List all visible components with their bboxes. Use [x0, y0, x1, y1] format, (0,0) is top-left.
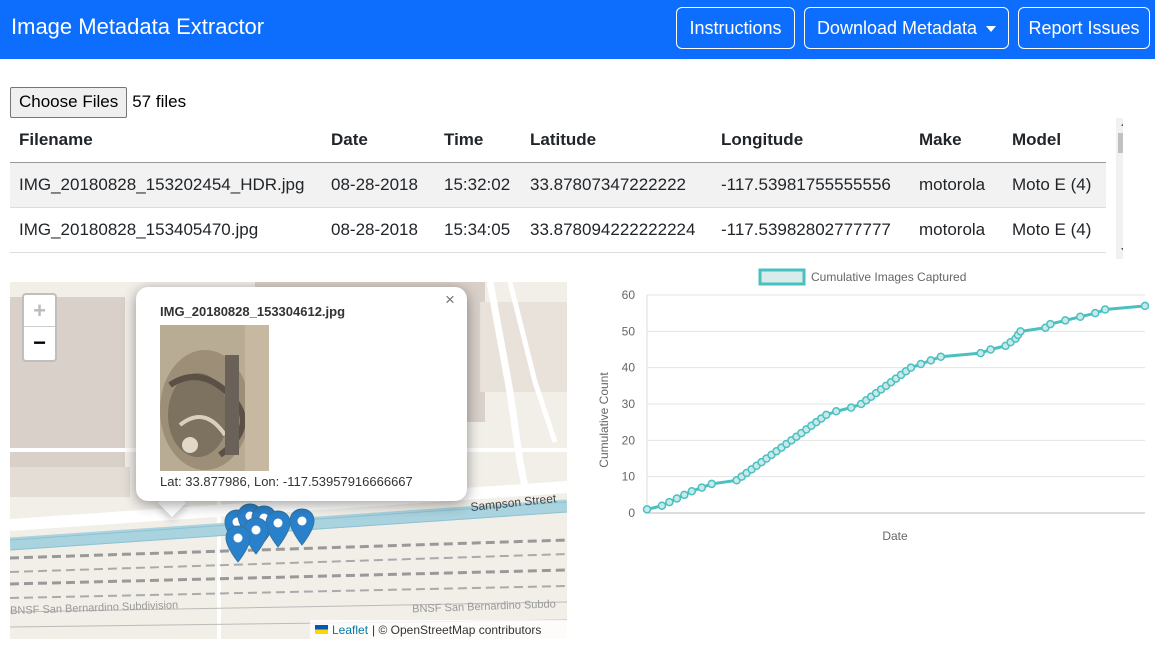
- header-model[interactable]: Model: [1003, 118, 1106, 163]
- y-tick-label: 0: [628, 506, 635, 520]
- data-point[interactable]: [1046, 319, 1055, 329]
- data-point[interactable]: [1100, 305, 1110, 314]
- navbar: Image Metadata Extractor Instructions Do…: [0, 0, 1155, 59]
- ukraine-flag-icon: [315, 625, 328, 634]
- marker-popup: × IMG_20180828_153304612.jpg Lat: 33.877…: [136, 287, 467, 501]
- data-point[interactable]: [665, 497, 674, 507]
- data-point[interactable]: [1090, 308, 1100, 318]
- y-tick-label: 60: [622, 288, 636, 302]
- file-count: 57 files: [132, 92, 187, 111]
- data-point[interactable]: [986, 345, 995, 354]
- metadata-table: Filename Date Time Latitude Longitude Ma…: [10, 118, 1106, 253]
- cell-filename: IMG_20180828_153202454_HDR.jpg: [10, 162, 322, 208]
- cell-latitude: 33.878094222222224: [521, 207, 712, 253]
- data-point[interactable]: [1016, 327, 1025, 336]
- popup-close-button[interactable]: ×: [445, 290, 455, 310]
- caret-down-icon: [986, 26, 997, 32]
- cell-time: 15:34:05: [435, 207, 521, 253]
- cell-model: Moto E (4): [1003, 207, 1106, 253]
- file-input-row: Choose Files 57 files: [10, 86, 186, 118]
- cell-time: 15:32:02: [435, 162, 521, 208]
- y-tick-label: 50: [622, 324, 636, 338]
- data-point[interactable]: [642, 505, 652, 514]
- data-point[interactable]: [1140, 301, 1150, 311]
- data-point[interactable]: [916, 359, 926, 369]
- popup-coordinates: Lat: 33.877986, Lon: -117.53957916666667: [160, 474, 413, 489]
- x-axis-label: Date: [882, 529, 908, 543]
- data-point[interactable]: [906, 363, 916, 372]
- download-metadata-button[interactable]: Download Metadata: [804, 7, 1009, 49]
- zoom-in-button[interactable]: +: [24, 295, 55, 327]
- cell-latitude: 33.87807347222222: [521, 162, 712, 208]
- data-point[interactable]: [846, 403, 856, 412]
- header-time[interactable]: Time: [435, 118, 521, 163]
- data-point[interactable]: [926, 356, 936, 365]
- table-row[interactable]: IMG_20180828_153405470.jpg 08-28-2018 15…: [10, 207, 1106, 253]
- leaflet-link[interactable]: Leaflet: [332, 623, 368, 637]
- scroll-up-arrow-icon[interactable]: [1121, 121, 1123, 126]
- popup-filename: IMG_20180828_153304612.jpg: [160, 304, 346, 319]
- y-tick-label: 30: [622, 397, 636, 411]
- photo-thumbnail-image: [160, 325, 269, 471]
- data-point[interactable]: [936, 352, 946, 362]
- table-row[interactable]: IMG_20180828_153202454_HDR.jpg 08-28-201…: [10, 162, 1106, 208]
- scroll-down-arrow-icon[interactable]: [1121, 248, 1123, 253]
- data-point[interactable]: [822, 410, 831, 420]
- zoom-out-button[interactable]: −: [24, 327, 55, 359]
- table-scrollbar[interactable]: [1116, 118, 1123, 259]
- data-point[interactable]: [707, 479, 716, 489]
- popup-photo-thumbnail[interactable]: [160, 325, 269, 471]
- cell-longitude: -117.53982802777777: [712, 207, 910, 253]
- y-axis-label: Cumulative Count: [597, 372, 611, 468]
- header-latitude[interactable]: Latitude: [521, 118, 712, 163]
- cell-date: 08-28-2018: [322, 162, 435, 208]
- data-point[interactable]: [831, 407, 841, 416]
- cell-date: 08-28-2018: [322, 207, 435, 253]
- table-header-row: Filename Date Time Latitude Longitude Ma…: [10, 118, 1106, 163]
- cell-make: motorola: [910, 162, 1003, 208]
- y-tick-label: 20: [622, 433, 636, 447]
- metadata-table-container[interactable]: Filename Date Time Latitude Longitude Ma…: [10, 118, 1123, 259]
- header-make[interactable]: Make: [910, 118, 1003, 163]
- data-point[interactable]: [657, 501, 667, 510]
- choose-files-button[interactable]: Choose Files: [10, 86, 128, 118]
- y-tick-label: 40: [622, 361, 636, 375]
- download-metadata-label: Download Metadata: [816, 17, 978, 38]
- data-point[interactable]: [672, 494, 682, 503]
- cell-make: motorola: [910, 207, 1003, 253]
- header-date[interactable]: Date: [322, 118, 435, 163]
- legend-label[interactable]: Cumulative Images Captured: [811, 270, 966, 284]
- legend-swatch[interactable]: [758, 268, 806, 286]
- osm-attribution-text: | © OpenStreetMap contributors: [372, 622, 542, 637]
- data-point[interactable]: [1061, 316, 1070, 325]
- header-filename[interactable]: Filename: [10, 118, 322, 163]
- data-point[interactable]: [687, 486, 697, 496]
- report-issues-button[interactable]: Report Issues: [1018, 7, 1150, 49]
- series-line: [646, 304, 1146, 511]
- app-title: Image Metadata Extractor: [11, 14, 265, 39]
- instructions-button[interactable]: Instructions: [676, 7, 795, 49]
- zoom-control: + −: [22, 293, 57, 362]
- y-tick-label: 10: [622, 470, 636, 484]
- map[interactable]: Sampson Street BNSF San Bernardino Subdi…: [10, 282, 567, 639]
- scroll-thumb[interactable]: [1118, 133, 1123, 153]
- cell-filename: IMG_20180828_153405470.jpg: [10, 207, 322, 253]
- data-point[interactable]: [1076, 312, 1085, 322]
- header-longitude[interactable]: Longitude: [712, 118, 910, 163]
- data-point[interactable]: [697, 483, 707, 492]
- cell-longitude: -117.53981755555556: [712, 162, 910, 208]
- data-point[interactable]: [976, 348, 985, 358]
- map-attribution: Leaflet | © OpenStreetMap contributors: [310, 620, 567, 639]
- cell-model: Moto E (4): [1003, 162, 1106, 208]
- data-point[interactable]: [680, 490, 689, 500]
- cumulative-chart: 0 10 20 30 40 50 60 Cumulative Images Captured…: [597, 268, 1150, 543]
